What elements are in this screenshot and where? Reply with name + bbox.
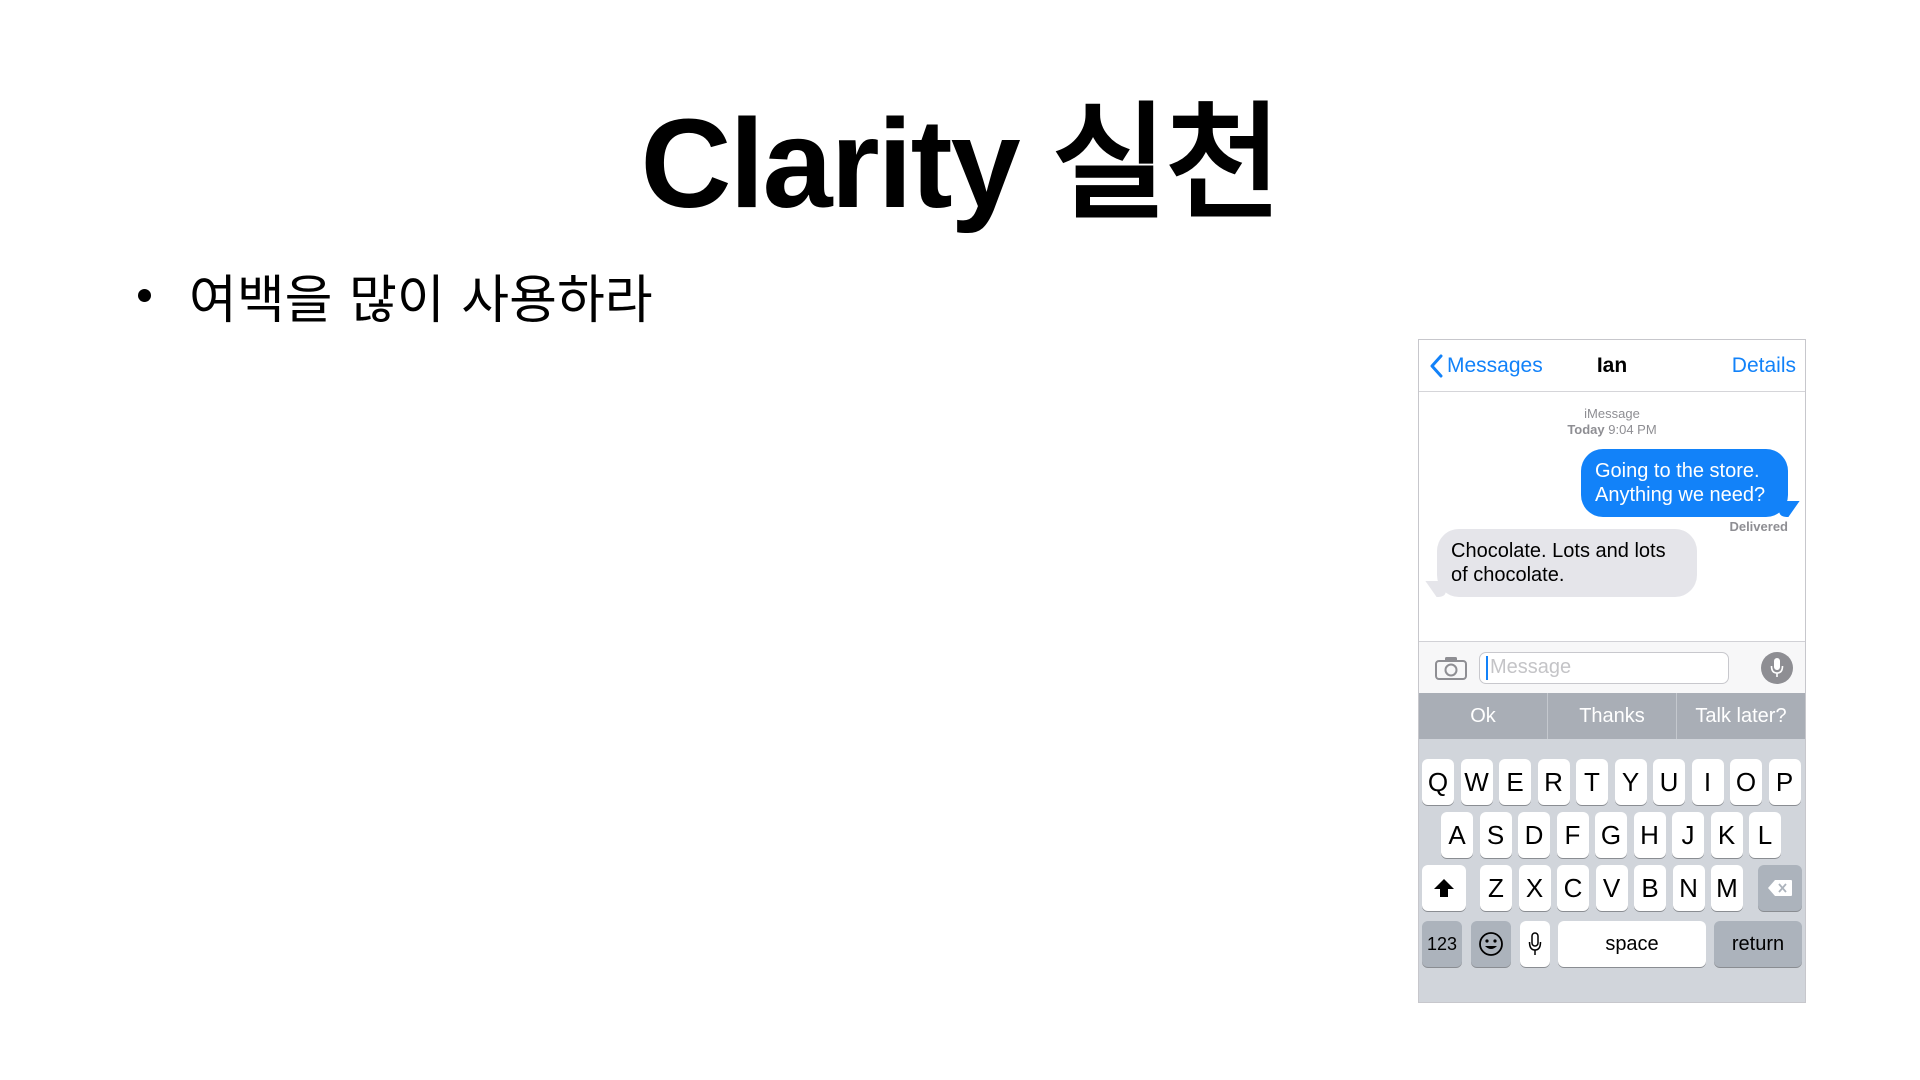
numbers-key-label: 123 xyxy=(1426,933,1458,954)
key-y[interactable]: Y xyxy=(1614,759,1647,805)
key-v[interactable]: V xyxy=(1595,865,1628,911)
bullet-dot xyxy=(138,289,151,302)
suggestion-item[interactable]: Ok xyxy=(1419,693,1548,739)
key-c[interactable]: C xyxy=(1557,865,1589,911)
key-i[interactable]: I xyxy=(1691,759,1724,805)
camera-button[interactable] xyxy=(1435,655,1467,681)
key-z[interactable]: Z xyxy=(1480,865,1512,911)
backspace-icon xyxy=(1768,880,1792,896)
quicktype-bar: Ok Thanks Talk later? xyxy=(1419,693,1805,739)
keyboard: 123 space return Q W E R T Y U I O P A S… xyxy=(1419,739,1805,1002)
timestamp-time: 9:04 PM xyxy=(1608,422,1657,437)
key-j[interactable]: J xyxy=(1672,812,1704,858)
dictation-key[interactable] xyxy=(1520,921,1550,967)
service-label: iMessage xyxy=(1584,406,1640,421)
key-f[interactable]: F xyxy=(1556,812,1589,858)
incoming-message-bubble[interactable]: Chocolate. Lots and lots of chocolate. xyxy=(1437,529,1697,597)
key-h[interactable]: H xyxy=(1633,812,1666,858)
timestamp-day: Today xyxy=(1567,422,1605,437)
emoji-icon xyxy=(1479,932,1503,956)
key-p[interactable]: P xyxy=(1768,759,1801,805)
bullet-text: 여백을 많이 사용하라 xyxy=(189,271,653,331)
key-u[interactable]: U xyxy=(1653,759,1685,805)
key-a[interactable]: A xyxy=(1441,812,1473,858)
back-button[interactable]: Messages xyxy=(1429,354,1543,378)
nav-bar: Messages Ian Details xyxy=(1419,340,1805,392)
key-s[interactable]: S xyxy=(1479,812,1512,858)
shift-key[interactable] xyxy=(1422,865,1466,911)
camera-icon xyxy=(1435,656,1467,680)
return-key[interactable]: return xyxy=(1714,921,1802,967)
back-label: Messages xyxy=(1447,353,1543,377)
details-button[interactable]: Details xyxy=(1732,354,1796,378)
chevron-left-icon xyxy=(1430,354,1443,377)
bullet-item: 여백을 많이 사용하라 xyxy=(138,258,653,333)
message-input[interactable]: Message xyxy=(1479,651,1729,684)
text-caret xyxy=(1486,655,1488,680)
slide-title: Clarity 실천 xyxy=(640,93,1282,234)
outgoing-message-bubble[interactable]: Going to the store. Anything we need? xyxy=(1581,449,1788,517)
key-q[interactable]: Q xyxy=(1422,759,1454,805)
numbers-key[interactable]: 123 xyxy=(1422,921,1462,967)
delivery-status: Delivered xyxy=(1729,519,1788,534)
key-l[interactable]: L xyxy=(1749,812,1781,858)
suggestion-item[interactable]: Talk later? xyxy=(1677,693,1805,739)
delete-key[interactable] xyxy=(1758,865,1802,911)
shift-arrow-icon xyxy=(1434,879,1454,897)
space-key[interactable]: space xyxy=(1558,921,1706,967)
microphone-icon xyxy=(1528,932,1542,955)
key-r[interactable]: R xyxy=(1537,759,1570,805)
message-meta: iMessage Today 9:04 PM xyxy=(1419,406,1805,438)
message-placeholder: Message xyxy=(1490,656,1572,678)
key-b[interactable]: B xyxy=(1634,865,1666,911)
key-d[interactable]: D xyxy=(1518,812,1550,858)
key-m[interactable]: M xyxy=(1711,865,1743,911)
phone-screenshot: Messages Ian Details iMessage Today 9:04… xyxy=(1418,339,1806,1003)
key-x[interactable]: X xyxy=(1518,865,1551,911)
microphone-icon xyxy=(1770,657,1784,677)
timestamp: Today 9:04 PM xyxy=(1419,422,1805,438)
suggestion-item[interactable]: Thanks xyxy=(1548,693,1677,739)
key-w[interactable]: W xyxy=(1460,759,1493,805)
conversation: iMessage Today 9:04 PM Going to the stor… xyxy=(1419,392,1805,641)
message-input-bar: Message xyxy=(1419,641,1805,693)
key-k[interactable]: K xyxy=(1710,812,1743,858)
key-n[interactable]: N xyxy=(1672,865,1705,911)
key-e[interactable]: E xyxy=(1499,759,1531,805)
emoji-key[interactable] xyxy=(1471,921,1511,967)
key-o[interactable]: O xyxy=(1730,759,1762,805)
key-t[interactable]: T xyxy=(1576,759,1608,805)
key-g[interactable]: G xyxy=(1595,812,1627,858)
dictation-button[interactable] xyxy=(1761,651,1793,684)
